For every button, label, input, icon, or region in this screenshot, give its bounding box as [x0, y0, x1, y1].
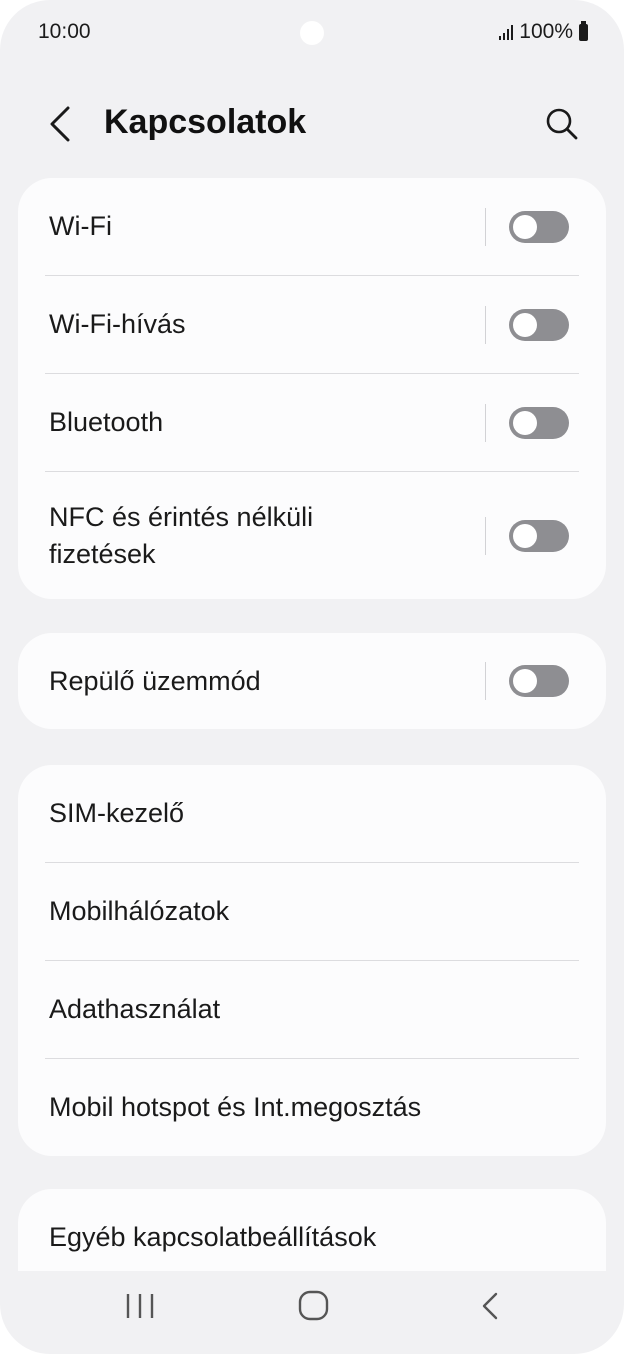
page-title: Kapcsolatok: [104, 103, 307, 141]
airplane-mode-toggle[interactable]: [509, 665, 569, 697]
list-item-data-usage[interactable]: Adathasználat: [45, 961, 579, 1059]
row-label: Wi-Fi: [49, 211, 112, 241]
divider: [485, 516, 486, 555]
divider: [485, 403, 486, 442]
app-header: Kapcsolatok: [0, 90, 624, 156]
back-button[interactable]: [40, 102, 80, 146]
search-button[interactable]: [540, 102, 584, 146]
home-button[interactable]: [296, 1286, 332, 1326]
battery-icon: [579, 20, 588, 41]
nfc-toggle[interactable]: [509, 519, 569, 552]
list-item-nfc[interactable]: NFC és érintés nélküli fizetések: [45, 472, 579, 599]
row-label: Wi-Fi-hívás: [49, 309, 186, 339]
front-camera: [300, 21, 324, 45]
row-label: NFC és érintés nélküli fizetések: [49, 501, 314, 569]
wifi-calling-toggle[interactable]: [509, 308, 569, 341]
search-icon: [546, 108, 578, 140]
phone-screen: 10:00 100% Kapcsolatok Wi-Fi Wi-Fi-hívás…: [0, 0, 624, 1354]
row-label: Egyéb kapcsolatbeállítások: [49, 1221, 377, 1252]
list-item-hotspot[interactable]: Mobil hotspot és Int.megosztás: [45, 1059, 579, 1156]
row-label: SIM-kezelő: [49, 798, 185, 828]
airplane-card: Repülő üzemmód: [18, 633, 606, 729]
more-settings-card: Egyéb kapcsolatbeállítások: [18, 1189, 606, 1271]
row-label: Mobilhálózatok: [49, 896, 230, 926]
list-item-wifi-calling[interactable]: Wi-Fi-hívás: [45, 276, 579, 374]
home-icon: [298, 1290, 329, 1321]
status-bar: 10:00 100%: [0, 0, 624, 64]
signal-icon: [499, 24, 514, 40]
list-item-airplane-mode[interactable]: Repülő üzemmód: [45, 633, 579, 729]
row-label: Repülő üzemmód: [49, 665, 261, 696]
list-item-mobile-networks[interactable]: Mobilhálózatok: [45, 863, 579, 961]
status-indicators: 100%: [499, 20, 588, 44]
divider: [485, 207, 486, 246]
divider: [485, 662, 486, 700]
bluetooth-toggle[interactable]: [509, 406, 569, 439]
nav-back-button[interactable]: [476, 1286, 506, 1326]
list-item-wifi[interactable]: Wi-Fi: [45, 178, 579, 276]
list-item-more-connection-settings[interactable]: Egyéb kapcsolatbeállítások: [45, 1189, 579, 1271]
recents-icon: [126, 1294, 154, 1318]
recents-button[interactable]: [124, 1286, 156, 1326]
battery-percent: 100%: [519, 20, 573, 43]
row-label: Adathasználat: [49, 994, 221, 1024]
chevron-left-icon: [50, 106, 70, 142]
list-item-sim-manager[interactable]: SIM-kezelő: [45, 765, 579, 863]
status-time: 10:00: [38, 20, 91, 43]
row-label: Mobil hotspot és Int.megosztás: [49, 1092, 422, 1122]
navigation-bar: [0, 1264, 624, 1354]
wifi-toggle[interactable]: [509, 210, 569, 243]
back-icon: [482, 1292, 498, 1320]
network-card: SIM-kezelő Mobilhálózatok Adathasználat …: [18, 765, 606, 1156]
connections-card: Wi-Fi Wi-Fi-hívás Bluetooth NFC és érint…: [18, 178, 606, 599]
row-label: Bluetooth: [49, 407, 164, 437]
divider: [485, 305, 486, 344]
list-item-bluetooth[interactable]: Bluetooth: [45, 374, 579, 472]
